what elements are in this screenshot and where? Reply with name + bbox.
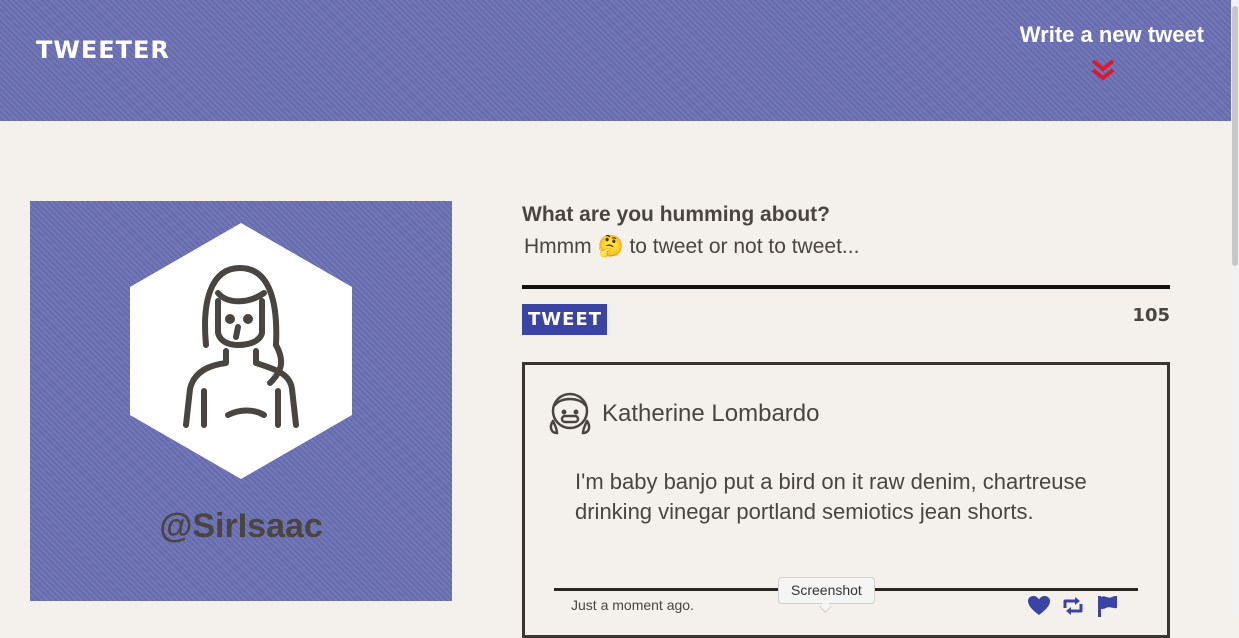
scrollbar-thumb[interactable] — [1232, 6, 1238, 266]
composer-divider — [522, 285, 1170, 289]
navbar: TWEETER Write a new tweet — [0, 0, 1231, 121]
compose-toggle-label[interactable]: Write a new tweet — [1004, 22, 1204, 48]
brand-logo[interactable]: TWEETER — [36, 36, 170, 64]
profile-card: @SirIsaac — [30, 201, 452, 601]
scrollbar[interactable] — [1231, 0, 1239, 617]
char-counter: 105 — [1132, 305, 1170, 326]
profile-handle: @SirIsaac — [159, 507, 323, 545]
screenshot-tooltip: Screenshot — [778, 577, 875, 604]
user-avatar-icon — [130, 223, 352, 479]
tweet-author-name[interactable]: Katherine Lombardo — [602, 400, 819, 428]
author-avatar-icon — [549, 392, 591, 435]
double-chevron-down-icon[interactable] — [1090, 58, 1116, 84]
tweet-composer: What are you humming about? TWEET 105 — [522, 201, 1170, 335]
tweet-timestamp: Just a moment ago. — [571, 597, 694, 613]
heart-icon[interactable] — [1027, 594, 1051, 618]
tweet-text-input[interactable] — [522, 233, 1168, 261]
tweet-actions — [1027, 594, 1119, 618]
tweet-body: I'm baby banjo put a bird on it raw deni… — [575, 469, 1087, 524]
composer-label: What are you humming about? — [522, 203, 830, 226]
flag-icon[interactable] — [1095, 594, 1119, 618]
retweet-icon[interactable] — [1061, 594, 1085, 618]
tweet-submit-button[interactable]: TWEET — [522, 304, 607, 335]
compose-toggle[interactable]: Write a new tweet — [1004, 22, 1204, 92]
